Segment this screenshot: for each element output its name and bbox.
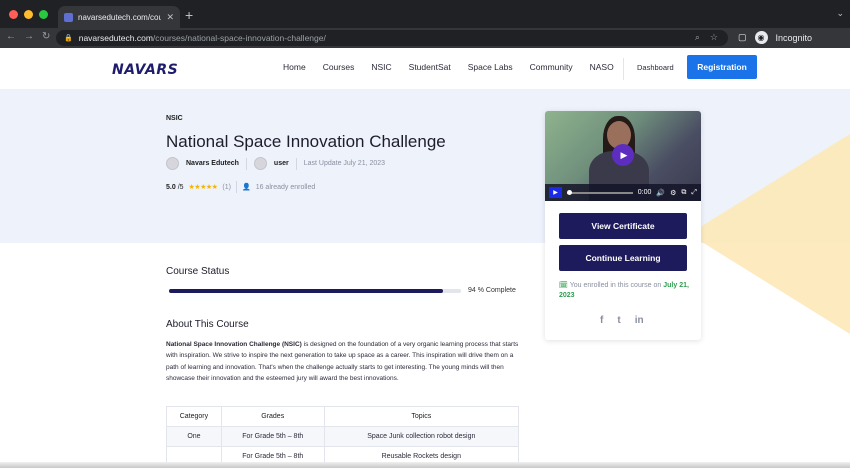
course-status-title: Course Status <box>166 266 230 277</box>
address-bar-row: ← → ↻ 🔒 navarsedutech.com/courses/nation… <box>0 28 850 48</box>
maximize-window-button[interactable] <box>39 10 48 19</box>
meta-divider <box>235 181 237 193</box>
video-seekbar[interactable] <box>567 189 633 195</box>
rating-stars-icon: ★★★★★ <box>188 184 218 191</box>
nav-courses[interactable]: Courses <box>323 62 355 72</box>
course-category[interactable]: NSIC <box>166 115 183 122</box>
user-name[interactable]: user <box>274 160 289 167</box>
window-controls <box>9 10 48 19</box>
fullscreen-icon[interactable]: ⤢ <box>691 189 697 197</box>
intro-video[interactable]: ▶ ▶ 0:00 🔊 ⚙ ⧉ ⤢ <box>545 111 701 201</box>
video-controls: ▶ 0:00 🔊 ⚙ ⧉ ⤢ <box>545 184 701 201</box>
table-cell: Space Junk collection robot design <box>323 426 520 447</box>
about-lead: National Space Innovation Challenge <box>166 341 281 348</box>
nav-buttons: ← → ↻ <box>6 31 50 42</box>
table-header-topics: Topics <box>323 406 520 427</box>
user-avatar <box>253 157 267 170</box>
incognito-icon[interactable]: ◉ <box>754 31 768 44</box>
calendar-check-icon: 🗓 <box>559 282 568 289</box>
table-header-category: Category <box>166 406 222 427</box>
enrolled-prefix: You enrolled in this course on <box>569 282 662 289</box>
site-header: NAVARS Home Courses NSIC StudentSat Spac… <box>0 48 850 90</box>
close-window-button[interactable] <box>9 10 18 19</box>
omnibox-actions: ⌕ ☆ <box>695 32 718 43</box>
bookmark-star-icon[interactable]: ☆ <box>710 32 718 43</box>
lock-icon[interactable]: 🔒 <box>64 34 73 42</box>
close-tab-icon[interactable]: ✕ <box>166 12 174 23</box>
rating-score: 5.0 <box>166 183 176 191</box>
course-sidebar-card: ▶ ▶ 0:00 🔊 ⚙ ⧉ ⤢ View Certificate Contin… <box>545 111 701 340</box>
nav-community[interactable]: Community <box>530 62 573 72</box>
user-icon: 👤 <box>241 184 251 191</box>
page-bottom-edge <box>0 462 850 468</box>
about-title: About This Course <box>166 319 249 330</box>
course-rating: 5.0 /5 ★★★★★ (1) 👤 16 already enrolled <box>166 181 315 193</box>
nav-divider <box>623 58 624 80</box>
rating-max: /5 <box>177 183 184 191</box>
navars-logo[interactable]: NAVARS <box>112 62 178 78</box>
url-path: /courses/national-space-innovation-chall… <box>152 33 326 43</box>
toolbar-right: ▢ ◉ Incognito <box>738 31 812 44</box>
about-description: National Space Innovation Challenge (NSI… <box>166 339 522 384</box>
main-nav: Home Courses NSIC StudentSat Space Labs … <box>283 62 614 72</box>
seek-knob[interactable] <box>567 189 572 195</box>
view-certificate-button[interactable]: View Certificate <box>559 213 687 239</box>
forward-icon[interactable]: → <box>24 31 34 42</box>
url-host: navarsedutech.com <box>78 33 153 43</box>
rating-count: (1) <box>222 183 231 191</box>
pip-icon[interactable]: ⧉ <box>681 189 686 197</box>
sidepanel-icon[interactable]: ▢ <box>738 32 747 43</box>
course-topics-table: Category Grades Topics One For Grade 5th… <box>166 406 520 467</box>
table-header-row: Category Grades Topics <box>166 406 520 427</box>
nav-studentsat[interactable]: StudentSat <box>409 62 451 72</box>
twitter-icon[interactable]: t <box>617 315 620 326</box>
linkedin-icon[interactable]: in <box>635 315 644 326</box>
course-meta: Navars Edutech user Last Update July 21,… <box>166 157 385 170</box>
course-progress-bar <box>169 289 461 293</box>
facebook-icon[interactable]: f <box>600 315 603 326</box>
nav-nsic[interactable]: NSIC <box>371 62 391 72</box>
continue-learning-button[interactable]: Continue Learning <box>559 245 687 271</box>
nav-space-labs[interactable]: Space Labs <box>468 62 513 72</box>
table-header-grades: Grades <box>220 406 325 427</box>
url-text: navarsedutech.com/courses/national-space… <box>79 33 326 43</box>
url-bar[interactable]: 🔒 navarsedutech.com/courses/national-spa… <box>56 30 728 46</box>
new-tab-button[interactable]: + <box>185 7 193 23</box>
browser-tab-bar: navarsedutech.com/courses/n ✕ + ⌄ <box>0 0 850 28</box>
enrollment-info: 🗓 You enrolled in this course on July 21… <box>559 281 689 301</box>
video-time: 0:00 <box>637 189 652 196</box>
social-share: f t in <box>600 315 644 326</box>
favicon-icon <box>64 12 73 22</box>
zoom-icon[interactable]: ⌕ <box>695 32 700 43</box>
table-cell: For Grade 5th – 8th <box>220 426 325 447</box>
video-play-icon[interactable]: ▶ <box>549 187 562 198</box>
author-name[interactable]: Navars Edutech <box>186 160 239 167</box>
volume-icon[interactable]: 🔊 <box>656 189 665 197</box>
dashboard-link[interactable]: Dashboard <box>637 63 674 72</box>
about-lead-abbr: (NSIC) <box>281 341 302 348</box>
play-icon[interactable]: ▶ <box>612 144 634 166</box>
minimize-window-button[interactable] <box>24 10 33 19</box>
table-cell: One <box>166 426 222 447</box>
author-avatar <box>166 157 179 170</box>
last-update: Last Update July 21, 2023 <box>303 160 386 167</box>
page-title: National Space Innovation Challenge <box>166 132 446 151</box>
table-row: One For Grade 5th – 8th Space Junk colle… <box>166 426 520 447</box>
progress-label: 94 % Complete <box>468 287 516 294</box>
enrolled-count: 16 already enrolled <box>255 183 316 191</box>
rating-value: 5.0 /5 <box>166 184 184 191</box>
tab-title: navarsedutech.com/courses/n <box>78 12 162 22</box>
back-icon[interactable]: ← <box>6 31 16 42</box>
meta-divider <box>295 157 297 170</box>
profile-label[interactable]: Incognito <box>776 33 813 43</box>
registration-button[interactable]: Registration <box>687 55 757 79</box>
nav-home[interactable]: Home <box>283 62 306 72</box>
reload-icon[interactable]: ↻ <box>42 31 50 42</box>
nav-naso[interactable]: NASO <box>590 62 614 72</box>
tab-search-chevron-icon[interactable]: ⌄ <box>836 8 844 19</box>
course-progress-fill <box>169 289 444 293</box>
browser-tab[interactable]: navarsedutech.com/courses/n ✕ <box>58 6 180 28</box>
meta-divider <box>245 157 247 170</box>
settings-gear-icon[interactable]: ⚙ <box>670 189 676 197</box>
